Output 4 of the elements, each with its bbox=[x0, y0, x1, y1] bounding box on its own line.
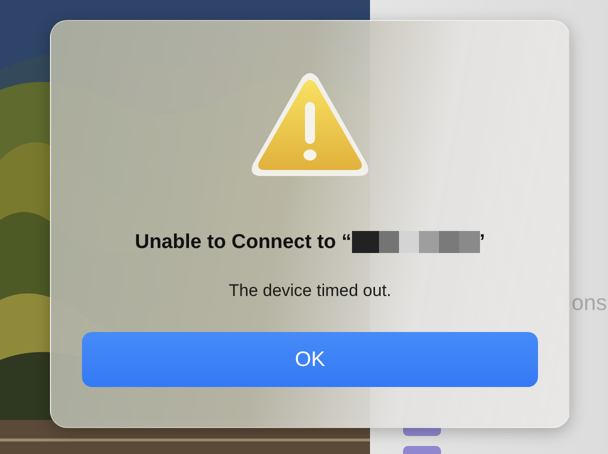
alert-message: The device timed out. bbox=[228, 281, 392, 301]
closing-quote: ’ bbox=[480, 230, 486, 254]
ok-button[interactable]: OK bbox=[82, 332, 538, 387]
alert-title: Unable to Connect to “ bbox=[134, 230, 352, 254]
